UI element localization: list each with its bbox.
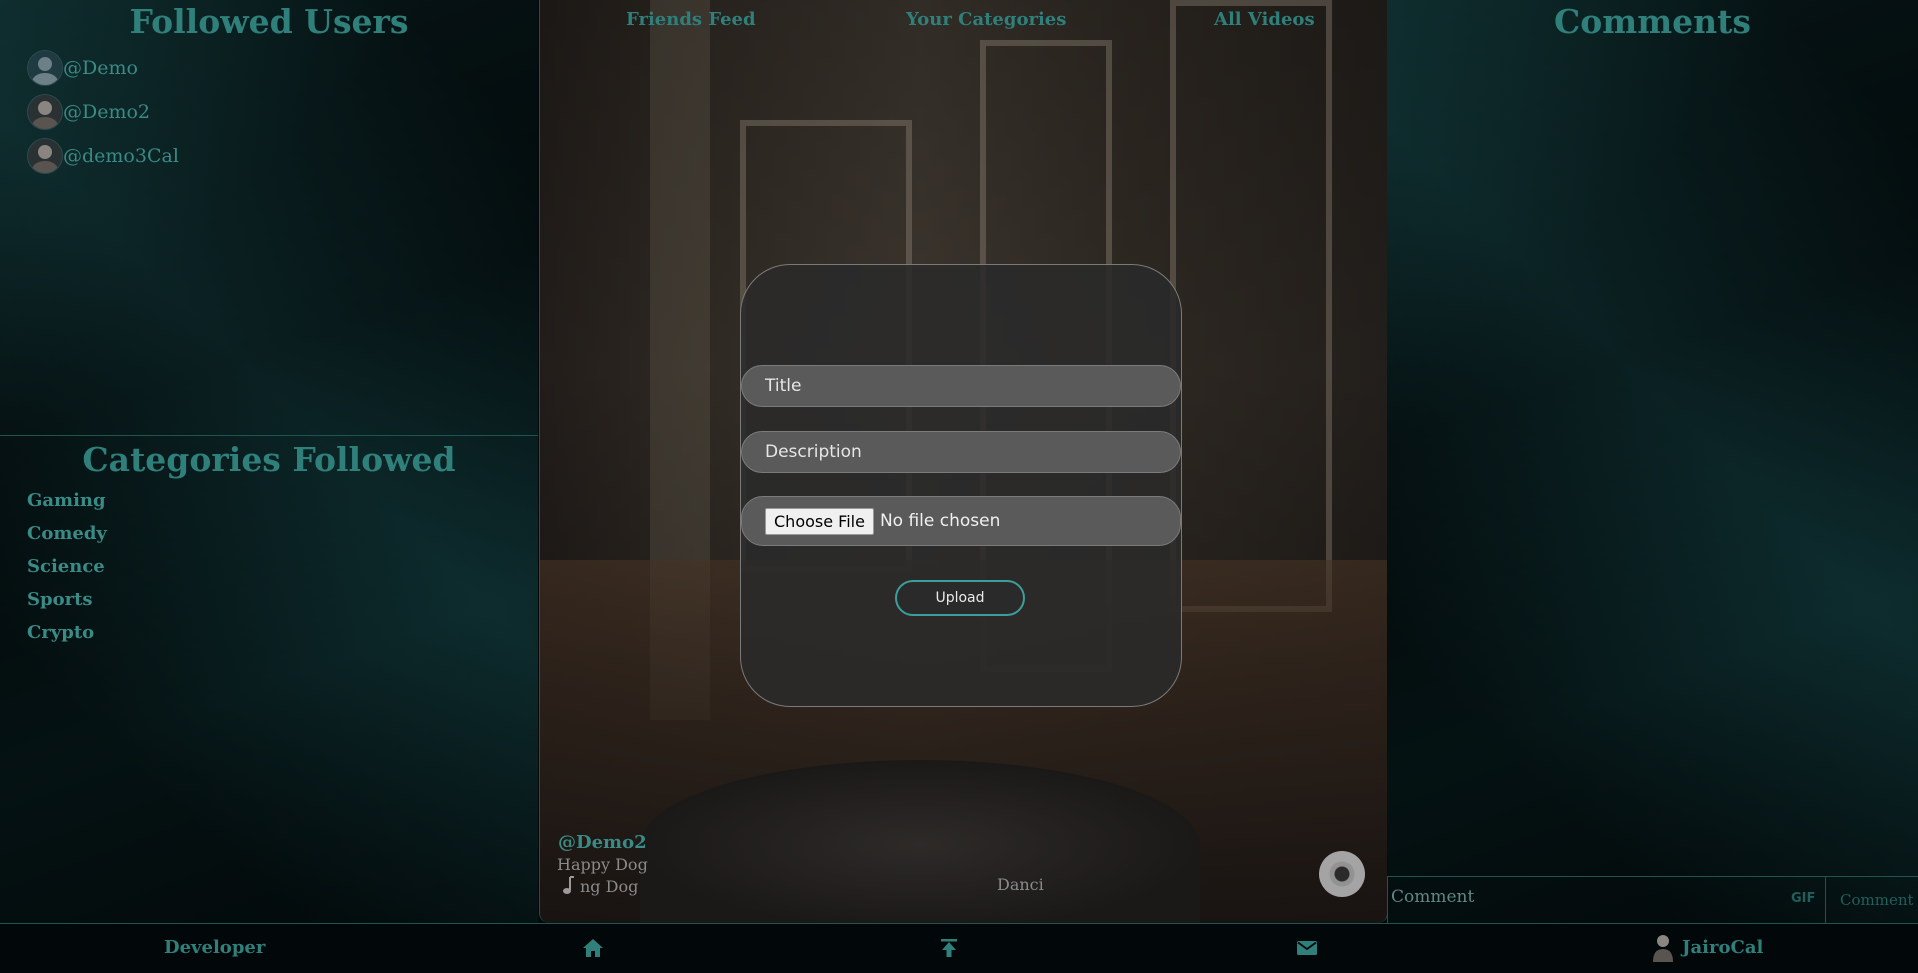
music-disc-icon xyxy=(1319,851,1365,897)
video-author[interactable]: @Demo2 xyxy=(558,832,647,853)
video-song-scroll: Danci xyxy=(997,875,1044,894)
followed-user-item[interactable]: @Demo2 xyxy=(27,94,150,130)
music-note-icon xyxy=(563,876,574,894)
category-item-crypto[interactable]: Crypto xyxy=(27,622,94,643)
followed-user-item[interactable]: @demo3Cal xyxy=(27,138,179,174)
followed-user-item[interactable]: @Demo xyxy=(27,50,138,86)
comments-panel: Comments xyxy=(1387,0,1918,923)
video-frame-blanket xyxy=(640,760,1200,923)
upload-button[interactable]: Upload xyxy=(895,580,1025,616)
profile-avatar[interactable] xyxy=(1650,932,1676,962)
tab-your-categories[interactable]: Your Categories xyxy=(906,9,1066,30)
followed-user-handle: @Demo xyxy=(63,57,138,79)
choose-file-button[interactable]: Choose File xyxy=(765,507,874,535)
developer-link[interactable]: Developer xyxy=(164,937,265,958)
followed-users-section: Followed Users @Demo @Demo2 @demo3Cal xyxy=(0,0,538,436)
video-description: Happy Dog xyxy=(557,855,648,874)
file-status-text: No file chosen xyxy=(879,511,1001,531)
tab-all-videos[interactable]: All Videos xyxy=(1214,9,1315,30)
upload-icon[interactable] xyxy=(937,936,961,960)
default-avatar-icon xyxy=(27,50,63,86)
left-sidebar: Followed Users @Demo @Demo2 @demo3Cal Ca… xyxy=(0,0,538,923)
video-frame-door xyxy=(1170,0,1332,612)
video-song: ng Dog xyxy=(560,875,638,897)
categories-followed-title: Categories Followed xyxy=(82,440,456,479)
gif-button[interactable]: GIF xyxy=(1791,891,1815,906)
title-input[interactable]: Title xyxy=(741,365,1181,407)
profile-username[interactable]: JairoCal xyxy=(1682,937,1763,958)
category-item-comedy[interactable]: Comedy xyxy=(27,523,107,544)
avatar xyxy=(27,138,63,174)
comment-bar: GIF Comment xyxy=(1387,876,1918,923)
comment-submit-button[interactable]: Comment xyxy=(1840,891,1914,909)
followed-user-handle: @Demo2 xyxy=(63,101,151,123)
avatar xyxy=(27,94,63,130)
comment-input[interactable] xyxy=(1388,877,1826,923)
category-item-science[interactable]: Science xyxy=(27,556,105,577)
file-input[interactable]: Choose File No file chosen xyxy=(741,496,1181,546)
comments-title: Comments xyxy=(1554,2,1751,41)
followed-users-title: Followed Users xyxy=(129,2,409,41)
mail-icon[interactable] xyxy=(1295,936,1319,960)
category-item-gaming[interactable]: Gaming xyxy=(27,490,106,511)
tab-friends-feed[interactable]: Friends Feed xyxy=(626,9,756,30)
home-icon[interactable] xyxy=(581,936,605,960)
category-item-sports[interactable]: Sports xyxy=(27,589,93,610)
upload-modal: Title Description Choose File No file ch… xyxy=(740,264,1182,707)
followed-user-handle: @demo3Cal xyxy=(63,145,179,167)
description-input[interactable]: Description xyxy=(741,431,1181,473)
bottom-nav-bar: Developer JairoCal xyxy=(0,923,1918,973)
video-song-title: ng Dog xyxy=(580,876,639,896)
